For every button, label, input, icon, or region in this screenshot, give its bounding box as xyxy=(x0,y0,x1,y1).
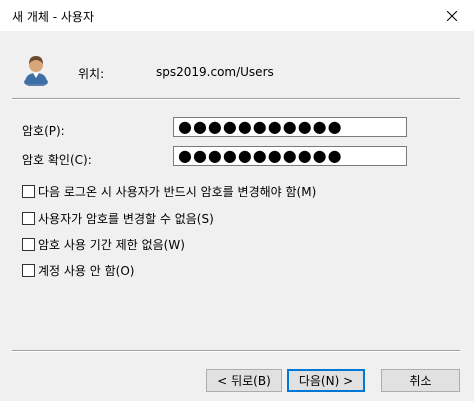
must-change-password-option[interactable]: 다음 로그온 시 사용자가 반드시 암호를 변경해야 함(M) xyxy=(22,183,316,199)
confirm-password-label: 암호 확인(C): xyxy=(22,153,92,167)
close-button[interactable] xyxy=(430,0,474,31)
title-bar: 새 개체 - 사용자 xyxy=(0,0,474,31)
next-button[interactable]: 다음(N) > xyxy=(287,369,365,392)
must-change-password-label: 다음 로그온 시 사용자가 반드시 암호를 변경해야 함(M) xyxy=(38,184,317,199)
password-label: 암호(P): xyxy=(22,124,65,138)
confirm-password-field[interactable]: ●●●●●●●●●●● xyxy=(173,146,407,166)
separator xyxy=(12,98,460,100)
confirm-password-value: ●●●●●●●●●●● xyxy=(178,146,343,165)
password-never-expires-checkbox[interactable] xyxy=(22,237,35,251)
account-disabled-option[interactable]: 계정 사용 안 함(O) xyxy=(22,262,135,278)
back-button[interactable]: < 뒤로(B) xyxy=(206,369,282,392)
password-field[interactable]: ●●●●●●●●●●● xyxy=(173,117,407,137)
new-user-dialog: 새 개체 - 사용자 위치: sps2019.com/Users 암호(P): … xyxy=(0,0,474,401)
password-value: ●●●●●●●●●●● xyxy=(178,117,343,136)
password-never-expires-label: 암호 사용 기간 제한 없음(W) xyxy=(38,237,185,252)
location-value: sps2019.com/Users xyxy=(156,65,274,79)
cancel-button[interactable]: 취소 xyxy=(381,369,460,392)
password-never-expires-option[interactable]: 암호 사용 기간 제한 없음(W) xyxy=(22,236,185,252)
user-avatar-icon xyxy=(24,56,48,86)
window-title: 새 개체 - 사용자 xyxy=(12,10,95,24)
close-icon xyxy=(447,10,457,21)
location-label: 위치: xyxy=(78,67,105,81)
cannot-change-password-label: 사용자가 암호를 변경할 수 없음(S) xyxy=(38,211,214,226)
account-disabled-checkbox[interactable] xyxy=(22,263,35,277)
must-change-password-checkbox[interactable] xyxy=(22,184,35,198)
cannot-change-password-checkbox[interactable] xyxy=(22,211,35,225)
separator xyxy=(12,350,460,352)
account-disabled-label: 계정 사용 안 함(O) xyxy=(38,263,135,278)
cannot-change-password-option[interactable]: 사용자가 암호를 변경할 수 없음(S) xyxy=(22,210,214,226)
